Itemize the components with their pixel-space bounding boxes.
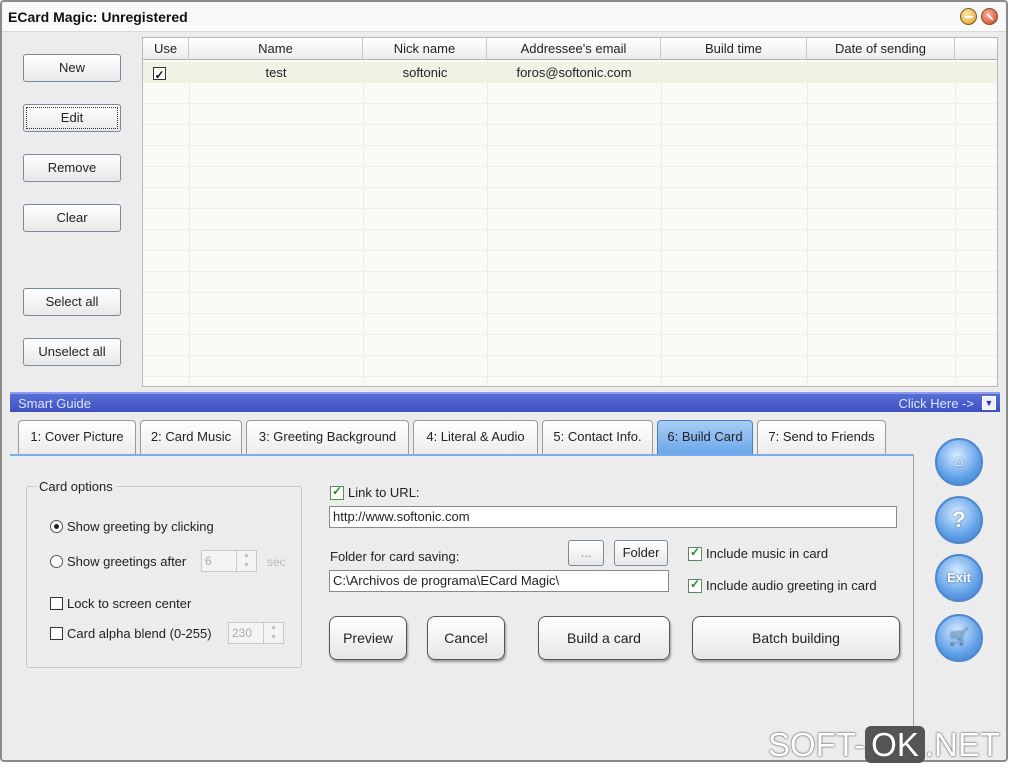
smart-guide-label: Smart Guide	[18, 396, 91, 411]
card-options-title: Card options	[36, 479, 116, 494]
sec-label: sec	[267, 555, 286, 569]
new-button[interactable]: New	[23, 54, 121, 82]
help-button[interactable]: ?	[935, 496, 983, 544]
select-all-button[interactable]: Select all	[23, 288, 121, 316]
show-by-clicking-option[interactable]: Show greeting by clicking	[50, 518, 214, 534]
lock-center-option[interactable]: Lock to screen center	[50, 595, 191, 611]
home-button[interactable]: ⌂	[935, 438, 983, 486]
include-music-option[interactable]: Include music in card	[688, 545, 828, 561]
cell-email: foros@softonic.com	[516, 65, 632, 80]
smart-guide-bar: Smart Guide Click Here -> ▼	[10, 392, 1000, 412]
use-checkbox[interactable]	[152, 65, 166, 86]
folder-button[interactable]: Folder	[614, 540, 668, 566]
batch-building-button[interactable]: Batch building	[692, 616, 900, 660]
alpha-blend-option[interactable]: Card alpha blend (0-255)	[50, 625, 212, 641]
show-after-option[interactable]: Show greetings after	[50, 553, 186, 569]
link-to-url-option[interactable]: Link to URL:	[330, 484, 420, 500]
tab-cover-picture[interactable]: 1: Cover Picture	[18, 420, 136, 454]
column-header-email[interactable]: Addressee's email	[487, 38, 661, 60]
close-button[interactable]	[981, 8, 998, 25]
alpha-blend-checkbox[interactable]	[50, 627, 63, 641]
click-here-link[interactable]: Click Here ->	[899, 396, 975, 411]
lock-center-checkbox[interactable]	[50, 597, 63, 611]
cell-build-time	[661, 62, 807, 83]
remove-button[interactable]: Remove	[23, 154, 121, 182]
help-icon: ?	[952, 507, 966, 532]
watermark-right: .NET	[924, 726, 1001, 763]
tab-greeting-background[interactable]: 3: Greeting Background	[246, 420, 409, 454]
title-bar: ECard Magic: Unregistered	[2, 2, 1006, 32]
alpha-blend-spinner[interactable]: 230 ▲ ▼	[228, 622, 284, 644]
window-title: ECard Magic: Unregistered	[8, 9, 188, 25]
preview-button[interactable]: Preview	[329, 616, 407, 660]
cell-date-sending	[807, 62, 955, 83]
radio-show-after[interactable]	[50, 555, 63, 569]
home-icon: ⌂	[954, 453, 964, 470]
app-window: ECard Magic: Unregistered New Edit Remov…	[0, 0, 1008, 762]
browse-button[interactable]: ...	[568, 540, 604, 566]
exit-button[interactable]: Exit	[935, 554, 983, 602]
edit-button[interactable]: Edit	[23, 104, 121, 132]
cell-name: test	[265, 65, 287, 80]
include-music-checkbox[interactable]	[688, 545, 702, 561]
cart-icon: 🛒	[949, 629, 969, 646]
cancel-button[interactable]: Cancel	[427, 616, 505, 660]
include-audio-checkbox[interactable]	[688, 577, 702, 593]
column-header-name[interactable]: Name	[189, 38, 363, 60]
column-header-nick[interactable]: Nick name	[363, 38, 487, 60]
build-card-button[interactable]: Build a card	[538, 616, 670, 660]
exit-label: Exit	[947, 570, 971, 585]
tab-contact-info[interactable]: 5: Contact Info.	[542, 420, 653, 454]
folder-input[interactable]: C:\Archivos de programa\ECard Magic\	[329, 570, 669, 592]
column-header-build-time[interactable]: Build time	[661, 38, 807, 60]
close-icon	[986, 13, 994, 21]
table-row[interactable]: test softonic foros@softonic.com	[143, 62, 997, 86]
link-to-url-checkbox[interactable]	[330, 484, 344, 500]
tab-build-card[interactable]: 6: Build Card	[657, 420, 753, 454]
unselect-all-button[interactable]: Unselect all	[23, 338, 121, 366]
recipient-actions: New Edit Remove Clear Select all Unselec…	[8, 36, 138, 388]
recipients-table[interactable]: Use Name Nick name Addressee's email Bui…	[142, 37, 998, 387]
tab-card-music[interactable]: 2: Card Music	[140, 420, 242, 454]
cart-button[interactable]: 🛒	[935, 614, 983, 662]
include-audio-option[interactable]: Include audio greeting in card	[688, 577, 877, 593]
cell-nick: softonic	[402, 65, 448, 80]
clear-button[interactable]: Clear	[23, 204, 121, 232]
table-header: Use Name Nick name Addressee's email Bui…	[143, 38, 997, 60]
watermark-left: SOFT-	[768, 726, 866, 763]
radio-show-by-clicking[interactable]	[50, 520, 63, 534]
folder-label: Folder for card saving:	[330, 549, 460, 564]
column-header-date-sending[interactable]: Date of sending	[807, 38, 955, 60]
watermark: SOFT- OK .NET	[768, 726, 1000, 764]
watermark-ok: OK	[865, 726, 925, 763]
tab-literal-audio[interactable]: 4: Literal & Audio	[413, 420, 538, 454]
tab-send-to-friends[interactable]: 7: Send to Friends	[757, 420, 886, 454]
column-header-use[interactable]: Use	[143, 38, 189, 60]
chevron-down-icon[interactable]: ▼	[982, 396, 996, 410]
show-after-spinner[interactable]: 6 ▲ ▼	[201, 550, 257, 572]
url-input[interactable]: http://www.softonic.com	[329, 506, 897, 528]
minimize-button[interactable]	[960, 8, 977, 25]
minimize-icon	[965, 16, 973, 18]
